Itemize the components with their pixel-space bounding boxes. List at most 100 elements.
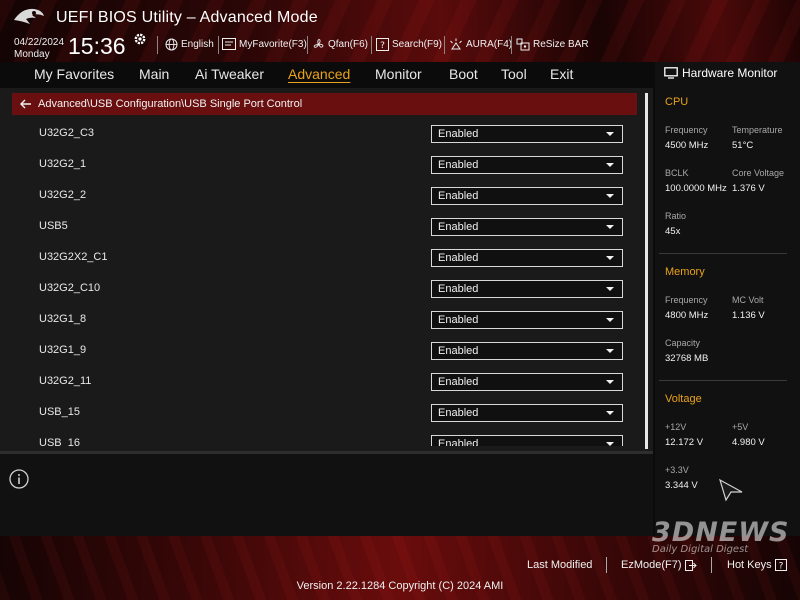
setting-row-u32g1-8: U32G1_8 Enabled (0, 308, 640, 339)
app-title: UEFI BIOS Utility – Advanced Mode (56, 9, 318, 26)
tab-boot[interactable]: Boot (449, 64, 478, 84)
tab-advanced[interactable]: Advanced (288, 64, 350, 84)
tab-ai-tweaker[interactable]: Ai Tweaker (195, 64, 264, 84)
svg-text:?: ? (380, 41, 385, 51)
caret-down-icon (606, 132, 614, 136)
caret-down-icon (606, 380, 614, 384)
setting-label: USB_15 (39, 406, 80, 418)
resizebar-button[interactable]: ReSize BAR (516, 37, 589, 51)
clock-settings-gear-icon[interactable] (133, 32, 147, 46)
aura-light-icon (450, 38, 462, 49)
caret-down-icon (606, 194, 614, 198)
tab-my-favorites[interactable]: My Favorites (34, 64, 114, 84)
dropdown-value: Enabled (438, 159, 479, 171)
language-button[interactable]: English (165, 37, 214, 51)
caret-down-icon (606, 287, 614, 291)
dropdown-value: Enabled (438, 314, 479, 326)
setting-dropdown[interactable]: Enabled (431, 187, 623, 205)
last-modified-button[interactable]: Last Modified (527, 559, 592, 571)
setting-dropdown[interactable]: Enabled (431, 280, 623, 298)
bclk-label: BCLK (665, 168, 689, 178)
tab-exit[interactable]: Exit (550, 64, 573, 84)
setting-dropdown[interactable]: Enabled (431, 404, 623, 422)
dropdown-value: Enabled (438, 376, 479, 388)
breadcrumb[interactable]: Advanced\USB Configuration\USB Single Po… (12, 93, 637, 115)
cpu-section-title: CPU (665, 96, 689, 108)
ezmode-button[interactable]: EzMode(F7) (621, 559, 697, 571)
setting-row-u32g2-11: U32G2_11 Enabled (0, 370, 640, 401)
setting-row-usb-16: USB_16 Enabled (0, 432, 640, 446)
header-separator (157, 36, 158, 54)
hardware-monitor-panel: Hardware Monitor CPU Frequency 4500 MHz … (655, 62, 800, 536)
caret-down-icon (606, 256, 614, 260)
setting-label: U32G1_8 (39, 313, 87, 325)
hardware-monitor-label: Hardware Monitor (682, 66, 778, 80)
dropdown-value: Enabled (438, 190, 479, 202)
tab-monitor[interactable]: Monitor (375, 64, 422, 84)
caret-down-icon (606, 225, 614, 229)
v5-value: 4.980 V (732, 437, 765, 448)
tab-tool[interactable]: Tool (501, 64, 527, 84)
setting-row-u32g1-9: U32G1_9 Enabled (0, 339, 640, 370)
favorite-list-icon (222, 38, 236, 50)
setting-dropdown[interactable]: Enabled (431, 156, 623, 174)
search-button[interactable]: ? Search(F9) (376, 37, 442, 51)
v5-label: +5V (732, 422, 749, 432)
section-divider (659, 380, 787, 381)
hotkeys-label: Hot Keys (727, 559, 772, 571)
setting-dropdown[interactable]: Enabled (431, 218, 623, 236)
search-help-icon: ? (376, 37, 389, 51)
footer-separator (606, 557, 607, 573)
aura-label: AURA(F4) (466, 38, 513, 50)
header-separator (371, 36, 372, 54)
setting-label: USB_16 (39, 437, 80, 446)
breadcrumb-path: Advanced\USB Configuration\USB Single Po… (38, 98, 303, 110)
cpu-temperature-label: Temperature (732, 125, 783, 135)
settings-list: U32G2_C3 Enabled U32G2_1 Enabled U32G2_2… (0, 122, 640, 446)
capacity-label: Capacity (665, 338, 701, 348)
footer-separator (711, 557, 712, 573)
mc-volt-label: MC Volt (732, 295, 764, 305)
language-label: English (181, 38, 214, 50)
globe-icon (165, 38, 178, 50)
monitor-icon (664, 67, 678, 79)
cpu-temperature-value: 51°C (732, 140, 754, 151)
mc-volt-value: 1.136 V (732, 310, 765, 321)
dropdown-value: Enabled (438, 283, 479, 295)
setting-dropdown[interactable]: Enabled (431, 125, 623, 143)
ratio-value: 45x (665, 226, 681, 237)
core-voltage-value: 1.376 V (732, 183, 765, 194)
mouse-cursor-icon (719, 478, 743, 502)
myfavorite-button[interactable]: MyFavorite(F3) (222, 37, 307, 51)
help-icon: ? (774, 559, 787, 572)
back-arrow-icon[interactable] (20, 99, 32, 109)
mem-frequency-value: 4800 MHz (665, 310, 709, 321)
setting-dropdown[interactable]: Enabled (431, 311, 623, 329)
hotkeys-button[interactable]: Hot Keys ? (727, 559, 787, 571)
setting-label: U32G2_C3 (39, 127, 95, 139)
header-separator (307, 36, 308, 54)
caret-down-icon (606, 442, 614, 446)
setting-label: U32G1_9 (39, 344, 87, 356)
v33-value: 3.344 V (665, 480, 698, 491)
caret-down-icon (606, 163, 614, 167)
help-panel (0, 454, 653, 536)
header-separator (511, 36, 512, 54)
settings-panel: Advanced\USB Configuration\USB Single Po… (0, 88, 653, 536)
caret-down-icon (606, 349, 614, 353)
resizebar-label: ReSize BAR (533, 38, 589, 50)
setting-dropdown[interactable]: Enabled (431, 373, 623, 391)
v12-label: +12V (665, 422, 687, 432)
tab-main[interactable]: Main (139, 64, 169, 84)
dropdown-value: Enabled (438, 128, 479, 140)
qfan-label: Qfan(F6) (328, 38, 369, 50)
setting-dropdown[interactable]: Enabled (431, 249, 623, 267)
setting-dropdown[interactable]: Enabled (431, 435, 623, 446)
version-text: Version 2.22.1284 Copyright (C) 2024 AMI (296, 580, 504, 592)
scrollbar[interactable] (645, 93, 648, 449)
core-voltage-label: Core Voltage (732, 168, 785, 178)
setting-dropdown[interactable]: Enabled (431, 342, 623, 360)
qfan-button[interactable]: Qfan(F6) (312, 37, 368, 51)
svg-text:?: ? (778, 562, 783, 572)
aura-button[interactable]: AURA(F4) (449, 37, 512, 51)
